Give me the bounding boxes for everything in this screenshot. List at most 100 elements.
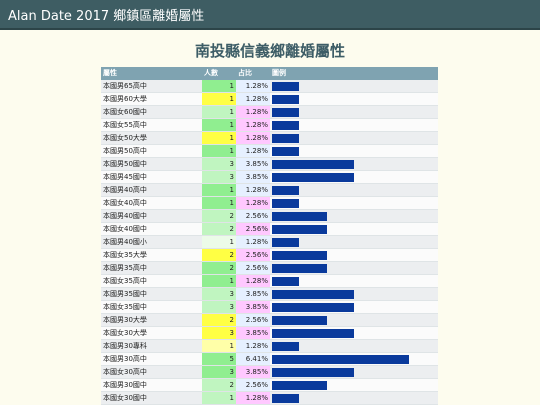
cell-count: 3 — [202, 327, 236, 339]
cell-count: 2 — [202, 379, 236, 391]
cell-legend — [270, 262, 438, 274]
legend-bar — [272, 394, 299, 403]
header-attr: 屬性 — [103, 69, 117, 77]
legend-bar — [272, 134, 299, 143]
app-title[interactable]: Alan Date 2017 鄉鎮區離婚屬性 — [8, 5, 204, 24]
legend-bar — [272, 277, 299, 286]
cell-pct: 1.28% — [236, 184, 270, 196]
cell-count: 1 — [202, 275, 236, 287]
legend-bar — [272, 82, 299, 91]
cell-count: 1 — [202, 119, 236, 131]
cell-attr: 本國男50高中 — [103, 147, 147, 155]
cell-legend — [270, 93, 438, 105]
cell-count: 3 — [202, 171, 236, 183]
cell-attr: 本國女35國中 — [103, 303, 147, 311]
header-legend: 圖例 — [272, 69, 286, 77]
cell-pct: 1.28% — [236, 145, 270, 157]
cell-attr: 本國男35國中 — [103, 290, 147, 298]
cell-legend — [270, 288, 438, 300]
table-row: 本國女40國中 2 2.56% — [101, 223, 438, 236]
cell-attr: 本國男40高中 — [103, 186, 147, 194]
cell-legend — [270, 171, 438, 183]
cell-count: 2 — [202, 262, 236, 274]
cell-count: 1 — [202, 132, 236, 144]
cell-legend — [270, 80, 438, 92]
cell-count: 1 — [202, 93, 236, 105]
cell-attr: 本國女50大學 — [103, 134, 147, 142]
cell-pct: 1.28% — [236, 132, 270, 144]
cell-pct: 1.28% — [236, 275, 270, 287]
cell-count: 3 — [202, 158, 236, 170]
table-row: 本國男50國中 3 3.85% — [101, 158, 438, 171]
cell-legend — [270, 340, 438, 352]
table-row: 本國女55高中 1 1.28% — [101, 119, 438, 132]
cell-pct: 1.28% — [236, 197, 270, 209]
cell-count: 1 — [202, 392, 236, 404]
legend-bar — [272, 160, 354, 169]
cell-legend — [270, 275, 438, 287]
table-row: 本國女30國中 1 1.28% — [101, 392, 438, 405]
cell-count: 3 — [202, 288, 236, 300]
legend-bar — [272, 147, 299, 156]
cell-attr: 本國女55高中 — [103, 121, 147, 129]
header-count: 人數 — [204, 69, 218, 77]
legend-bar — [272, 342, 299, 351]
cell-attr: 本國男30大學 — [103, 316, 147, 324]
table-header: 屬性 人數 占比 圖例 — [101, 67, 438, 80]
cell-count: 3 — [202, 301, 236, 313]
table-row: 本國男30國中 2 2.56% — [101, 379, 438, 392]
cell-count: 2 — [202, 314, 236, 326]
table-row: 本國男65高中 1 1.28% — [101, 80, 438, 93]
legend-bar — [272, 225, 327, 234]
cell-attr: 本國男30專科 — [103, 342, 147, 350]
cell-legend — [270, 314, 438, 326]
cell-pct: 3.85% — [236, 288, 270, 300]
cell-attr: 本國男35高中 — [103, 264, 147, 272]
legend-bar — [272, 121, 299, 130]
cell-legend — [270, 119, 438, 131]
legend-bar — [272, 251, 327, 260]
legend-bar — [272, 199, 299, 208]
cell-count: 3 — [202, 366, 236, 378]
cell-legend — [270, 366, 438, 378]
table-row: 本國女30大學 3 3.85% — [101, 327, 438, 340]
cell-count: 2 — [202, 249, 236, 261]
cell-legend — [270, 301, 438, 313]
header-pct: 占比 — [238, 69, 252, 77]
table-row: 本國男40國小 1 1.28% — [101, 236, 438, 249]
legend-bar — [272, 381, 327, 390]
cell-count: 1 — [202, 80, 236, 92]
table-row: 本國男45國中 3 3.85% — [101, 171, 438, 184]
cell-pct: 1.28% — [236, 392, 270, 404]
table-row: 本國男50高中 1 1.28% — [101, 145, 438, 158]
table-row: 本國男30高中 5 6.41% — [101, 353, 438, 366]
legend-bar — [272, 316, 327, 325]
cell-legend — [270, 236, 438, 248]
legend-bar — [272, 264, 327, 273]
table-row: 本國男40國中 2 2.56% — [101, 210, 438, 223]
table-row: 本國女50大學 1 1.28% — [101, 132, 438, 145]
legend-bar — [272, 212, 327, 221]
cell-legend — [270, 197, 438, 209]
cell-pct: 6.41% — [236, 353, 270, 365]
table-row: 本國男30專科 1 1.28% — [101, 340, 438, 353]
cell-attr: 本國女35大學 — [103, 251, 147, 259]
cell-legend — [270, 106, 438, 118]
cell-pct: 1.28% — [236, 340, 270, 352]
cell-attr: 本國男60大學 — [103, 95, 147, 103]
cell-count: 1 — [202, 145, 236, 157]
cell-attr: 本國女35高中 — [103, 277, 147, 285]
cell-legend — [270, 158, 438, 170]
cell-count: 1 — [202, 106, 236, 118]
cell-count: 1 — [202, 236, 236, 248]
table-row: 本國男35高中 2 2.56% — [101, 262, 438, 275]
legend-bar — [272, 95, 299, 104]
cell-attr: 本國男40國小 — [103, 238, 147, 246]
legend-bar — [272, 368, 354, 377]
table-row: 本國男60大學 1 1.28% — [101, 93, 438, 106]
legend-bar — [272, 108, 299, 117]
legend-bar — [272, 303, 354, 312]
cell-legend — [270, 249, 438, 261]
cell-legend — [270, 379, 438, 391]
legend-bar — [272, 329, 354, 338]
